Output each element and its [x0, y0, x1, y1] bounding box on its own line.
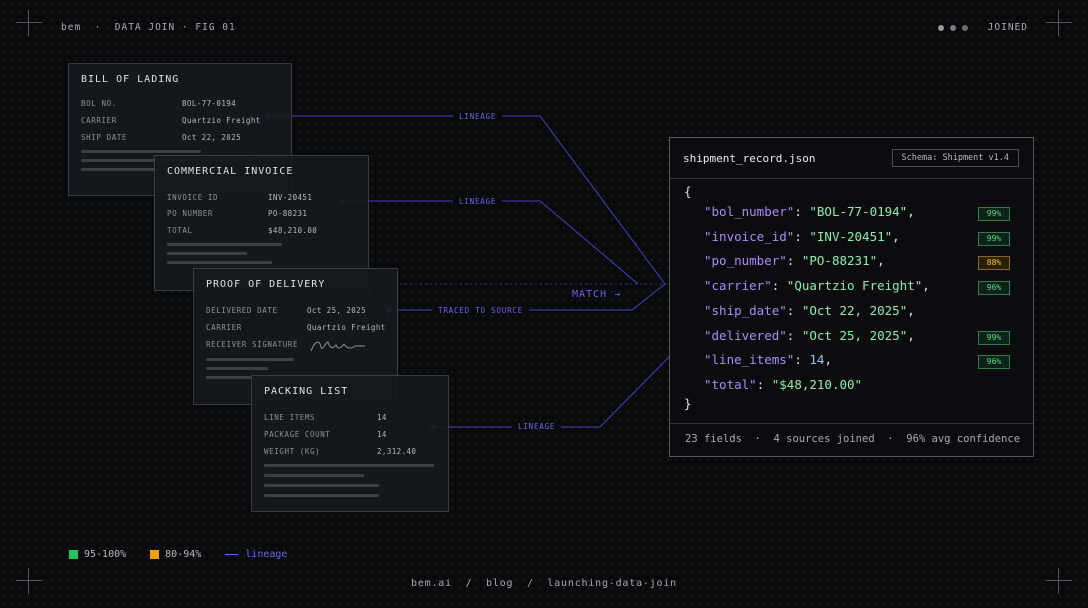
json-field-line: "line_items": 14, — [704, 352, 832, 368]
json-value: "Oct 25, 2025" — [801, 327, 908, 343]
signature-scribble-icon — [310, 341, 365, 352]
legend-swatch-mid — [150, 550, 160, 559]
lineage-tag: LINEAGE — [453, 112, 503, 121]
legend: 95-100% 80-94% lineage — [69, 549, 287, 560]
text-placeholder-bar — [167, 252, 247, 255]
lineage-line-packing — [433, 356, 670, 428]
json-key: "line_items" — [704, 352, 795, 368]
doc-field-row: PACKAGE COUNT 14 — [264, 430, 387, 439]
doc-field-row: WEIGHT (KG) 2,312.40 — [264, 447, 417, 456]
confidence-badge: 99% — [978, 330, 1010, 345]
json-comma: , — [907, 204, 915, 219]
confidence-badge: 99% — [978, 231, 1010, 246]
json-stats: 23 fields · 4 sources joined · 96% avg c… — [685, 433, 1021, 445]
json-field-line: "total": "$48,210.00" — [704, 376, 863, 392]
doc-field-row: RECEIVER SIGNATURE — [206, 340, 299, 349]
json-comma: , — [907, 327, 915, 343]
legend-label-mid: 80-94% — [165, 549, 202, 560]
panel-divider — [670, 178, 1033, 179]
text-placeholder-bar — [206, 358, 294, 361]
json-key: "invoice_id" — [704, 228, 795, 244]
json-key: "bol_number" — [704, 204, 795, 219]
confidence-badge: 96% — [978, 281, 1010, 296]
json-comma: , — [892, 228, 900, 244]
json-field-line: "po_number": "PO-88231", — [704, 253, 885, 269]
json-field-line: "invoice_id": "INV-20451", — [704, 228, 900, 244]
traced-to-source-tag: TRACED TO SOURCE — [432, 306, 530, 315]
doc-field-row: CARRIER Quartzio Freight — [81, 116, 261, 125]
text-placeholder-bar — [264, 494, 379, 497]
json-key: "carrier" — [704, 278, 772, 294]
json-field-line: "carrier": "Quartzio Freight", — [704, 278, 930, 294]
footer-url: bem.ai / blog / launching-data-join — [411, 578, 677, 589]
legend-lineage-line — [225, 554, 239, 555]
json-open-brace: { — [684, 184, 692, 199]
text-placeholder-bar — [264, 484, 379, 487]
json-comma: , — [922, 278, 930, 294]
confidence-badge: 96% — [978, 355, 1010, 370]
doc-packing-list: PACKING LIST LINE ITEMS 14 PACKAGE COUNT 1… — [251, 375, 449, 512]
json-value: "Quartzio Freight" — [786, 278, 923, 294]
json-key: "delivered" — [704, 327, 787, 343]
json-field-line: "ship_date": "Oct 22, 2025", — [704, 302, 915, 318]
text-placeholder-bar — [206, 367, 268, 370]
legend-label-lineage: lineage — [245, 549, 288, 560]
json-key: "ship_date" — [704, 302, 787, 318]
json-comma: , — [824, 352, 832, 368]
doc-title: COMMERCIAL INVOICE — [167, 166, 294, 177]
json-output-panel: shipment_record.json Schema: Shipment v1… — [669, 137, 1034, 457]
json-key: "po_number" — [704, 253, 787, 269]
legend-label-high: 95-100% — [84, 549, 127, 560]
json-close-brace: } — [684, 396, 692, 411]
json-field-line: "bol_number": "BOL-77-0194", — [704, 204, 915, 219]
doc-field-row: PO NUMBER PO-88231 — [167, 209, 308, 218]
doc-field-row: DELIVERED DATE Oct 25, 2025 — [206, 306, 366, 315]
confidence-badge: 99% — [978, 207, 1010, 221]
doc-field-row: LINE ITEMS 14 — [264, 413, 387, 422]
text-placeholder-bar — [167, 261, 272, 264]
json-value: "PO-88231" — [801, 253, 878, 269]
json-comma: , — [877, 253, 885, 269]
text-placeholder-bar — [264, 474, 364, 477]
json-comma: , — [907, 302, 915, 318]
doc-field-row: CARRIER Quartzio Freight — [206, 323, 386, 332]
json-key: "total" — [704, 376, 757, 392]
doc-title: PACKING LIST — [264, 386, 349, 397]
schema-badge: Schema: Shipment v1.4 — [891, 149, 1019, 167]
text-placeholder-bar — [167, 243, 282, 246]
doc-field-row: BOL NO. BOL-77-0194 — [81, 99, 237, 108]
text-placeholder-bar — [264, 464, 434, 467]
json-filename: shipment_record.json — [683, 152, 816, 165]
doc-field-row: TOTAL $48,210.00 — [167, 226, 318, 235]
doc-title: BILL OF LADING — [81, 74, 180, 85]
json-value: "INV-20451" — [809, 228, 893, 244]
json-value: "BOL-77-0194" — [809, 204, 908, 219]
json-field-line: "delivered": "Oct 25, 2025", — [704, 327, 915, 343]
json-value: "Oct 22, 2025" — [801, 302, 908, 318]
json-value: 14 — [809, 352, 825, 368]
doc-field-row: SHIP DATE Oct 22, 2025 — [81, 133, 241, 142]
legend-swatch-high — [69, 550, 78, 559]
json-value: "$48,210.00" — [771, 376, 863, 392]
panel-divider — [670, 423, 1033, 424]
lineage-tag: LINEAGE — [512, 422, 562, 431]
text-placeholder-bar — [81, 150, 201, 153]
confidence-badge: 88% — [978, 256, 1010, 271]
doc-title: PROOF OF DELIVERY — [206, 279, 326, 290]
lineage-tag: LINEAGE — [453, 197, 503, 206]
doc-field-row: INVOICE ID INV-20451 — [167, 193, 313, 202]
match-label: MATCH → — [572, 289, 622, 300]
